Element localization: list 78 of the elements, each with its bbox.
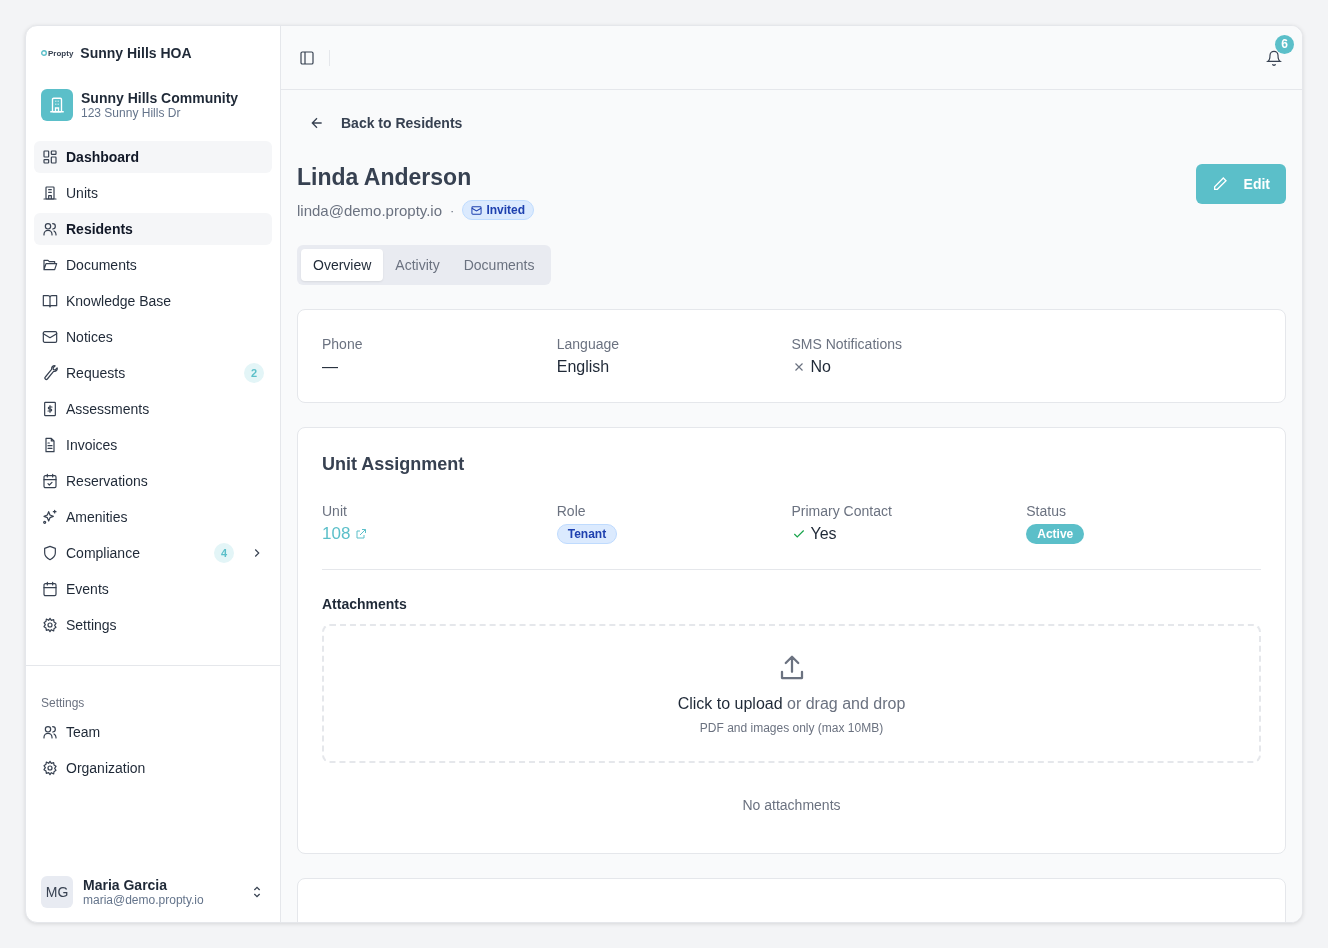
community-address: 123 Sunny Hills Dr [81,106,182,120]
nav-item[interactable]: Documents [34,249,272,281]
field-value: English [556,358,610,376]
field-label: SMS Notifications [791,336,903,352]
tab[interactable]: Overview [301,249,384,281]
field-label: Role [556,503,587,519]
field-value: — [322,358,338,376]
nav-item[interactable]: Requests 2 [34,357,272,389]
empty-state: No attachments [742,797,841,813]
user-email: maria@demo.propty.io [83,893,205,907]
count-badge: 4 [214,543,234,563]
arrow-left-icon [309,115,325,131]
nav-item[interactable]: Knowledge Base [34,285,272,317]
status-badge: Active [1026,524,1085,544]
users-icon [42,724,58,740]
field-value: Yes [810,525,837,543]
shield-icon [42,545,58,561]
upload-text: Click to upload or drag and drop [677,694,906,713]
field-label: Phone [322,336,364,352]
notifications-icon[interactable] [1266,49,1282,66]
separator: · [450,202,455,218]
book-icon [42,293,58,309]
external-link-icon [355,528,368,540]
field-value: No [810,358,831,376]
sparkle-icon [42,509,58,525]
nav-item[interactable]: Dashboard [34,141,272,173]
nav-item[interactable]: Organization [34,752,272,784]
resident-email: linda@demo.propty.io [297,201,443,219]
nav-item[interactable]: Units [34,177,272,209]
nav-item[interactable]: Assessments [34,393,272,425]
tab[interactable]: Documents [451,249,547,281]
back-link[interactable]: Back to Residents [297,115,1286,131]
logo: Propty [41,48,74,58]
avatar: MG [41,876,73,908]
file-icon [42,437,58,453]
building-icon [41,89,73,121]
upload-hint: PDF and images only (max 10MB) [699,720,884,735]
calcheck-icon [42,473,58,489]
wrench-icon [42,365,58,381]
dollar-icon [42,401,58,417]
nav-item[interactable]: Notices [34,321,272,353]
dash-icon [42,149,58,165]
community-name: Sunny Hills Community [81,90,239,106]
nav-item[interactable]: Amenities [34,501,272,533]
resident-name: Linda Anderson [297,164,473,191]
card-title: Unit Assignment [322,454,466,475]
section-title: Attachments [322,596,408,612]
count-badge: 2 [244,363,264,383]
users-icon [42,221,58,237]
calendar-icon [42,581,58,597]
building-icon [42,185,58,201]
role-badge: Tenant [556,524,618,544]
sidebar-toggle-icon[interactable] [299,49,315,66]
mail-icon [42,329,58,345]
upload-dropzone[interactable]: Click to upload or drag and drop PDF and images only (max 10MB) [322,624,1261,763]
notification-badge: 6 [1275,34,1294,54]
org-name: Sunny Hills HOA [80,45,192,61]
nav-item[interactable]: Team [34,716,272,748]
check-icon [791,527,806,541]
section-heading: Settings [40,696,86,712]
field-label: Status [1026,503,1067,519]
status-badge: Invited [462,200,535,220]
nav-item[interactable]: Invoices [34,429,272,461]
user-name: Maria Garcia [83,877,169,893]
field-label: Unit [322,503,348,519]
nav-item[interactable]: Events [34,573,272,605]
folder-icon [42,257,58,273]
nav-item[interactable]: Residents [34,213,272,245]
gear-icon [42,760,58,776]
pencil-icon [1211,176,1228,192]
nav-item[interactable]: Compliance 4 [34,537,272,569]
field-label: Primary Contact [791,503,893,519]
field-label: Language [556,336,621,352]
nav-item[interactable]: Settings [34,609,272,641]
nav-item[interactable]: Reservations [34,465,272,497]
mail-icon [471,204,483,216]
tab[interactable]: Activity [383,249,452,281]
gear-icon [42,617,58,633]
